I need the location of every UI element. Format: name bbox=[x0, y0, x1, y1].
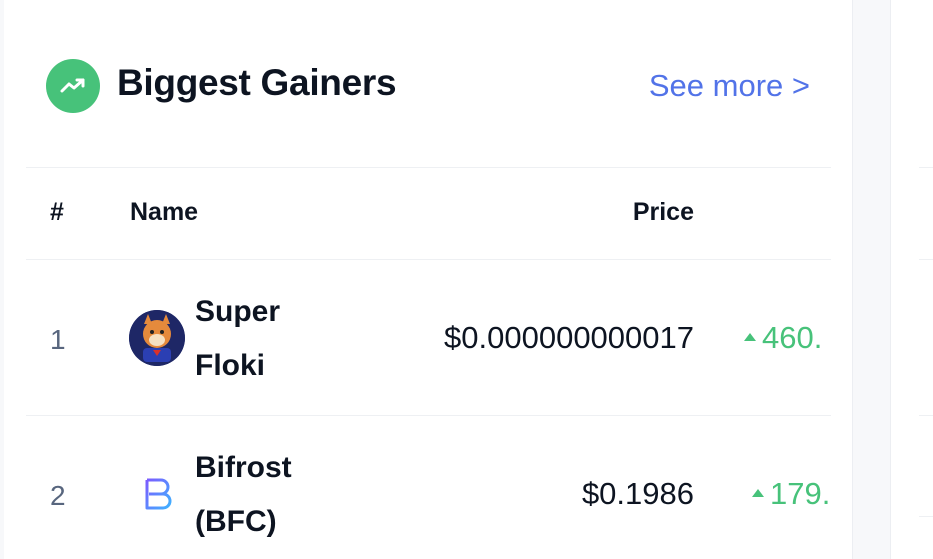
column-header-name[interactable]: Name bbox=[130, 198, 198, 227]
caret-up-icon bbox=[744, 332, 756, 341]
trending-up-icon bbox=[46, 59, 100, 113]
coin-name[interactable]: Super Floki bbox=[195, 285, 345, 393]
price-change-value: 460. bbox=[762, 320, 823, 355]
bifrost-logo-icon bbox=[137, 474, 177, 514]
adjacent-card-edge bbox=[890, 0, 933, 559]
header-divider bbox=[26, 167, 831, 168]
divider bbox=[919, 415, 933, 416]
card-title: Biggest Gainers bbox=[117, 62, 397, 103]
divider bbox=[919, 259, 933, 260]
caret-up-icon bbox=[752, 488, 764, 497]
see-more-link[interactable]: See more > bbox=[649, 68, 810, 104]
price-change: 460. bbox=[744, 320, 822, 356]
card-header: Biggest Gainers See more > bbox=[4, 0, 852, 168]
coin-name[interactable]: Bifrost (BFC) bbox=[195, 441, 345, 549]
table-row[interactable]: 1 Super Floki $0.000000000017 460. bbox=[4, 260, 852, 415]
coin-price: $0.1986 bbox=[581, 476, 694, 511]
column-header-price[interactable]: Price bbox=[633, 198, 694, 227]
column-header-rank[interactable]: # bbox=[50, 198, 64, 227]
price-change: 179. bbox=[752, 476, 830, 512]
table-row[interactable]: 2 Bifrost (BFC) $0.1986 179. bbox=[4, 416, 852, 559]
row-rank: 2 bbox=[50, 480, 66, 511]
super-floki-avatar-icon bbox=[129, 310, 185, 366]
price-change-value: 179. bbox=[770, 476, 831, 511]
divider bbox=[919, 516, 933, 517]
coin-price: $0.000000000017 bbox=[444, 320, 694, 355]
row-rank: 1 bbox=[50, 324, 66, 355]
divider bbox=[919, 167, 933, 168]
biggest-gainers-card: Biggest Gainers See more > # Name Price … bbox=[4, 0, 853, 559]
